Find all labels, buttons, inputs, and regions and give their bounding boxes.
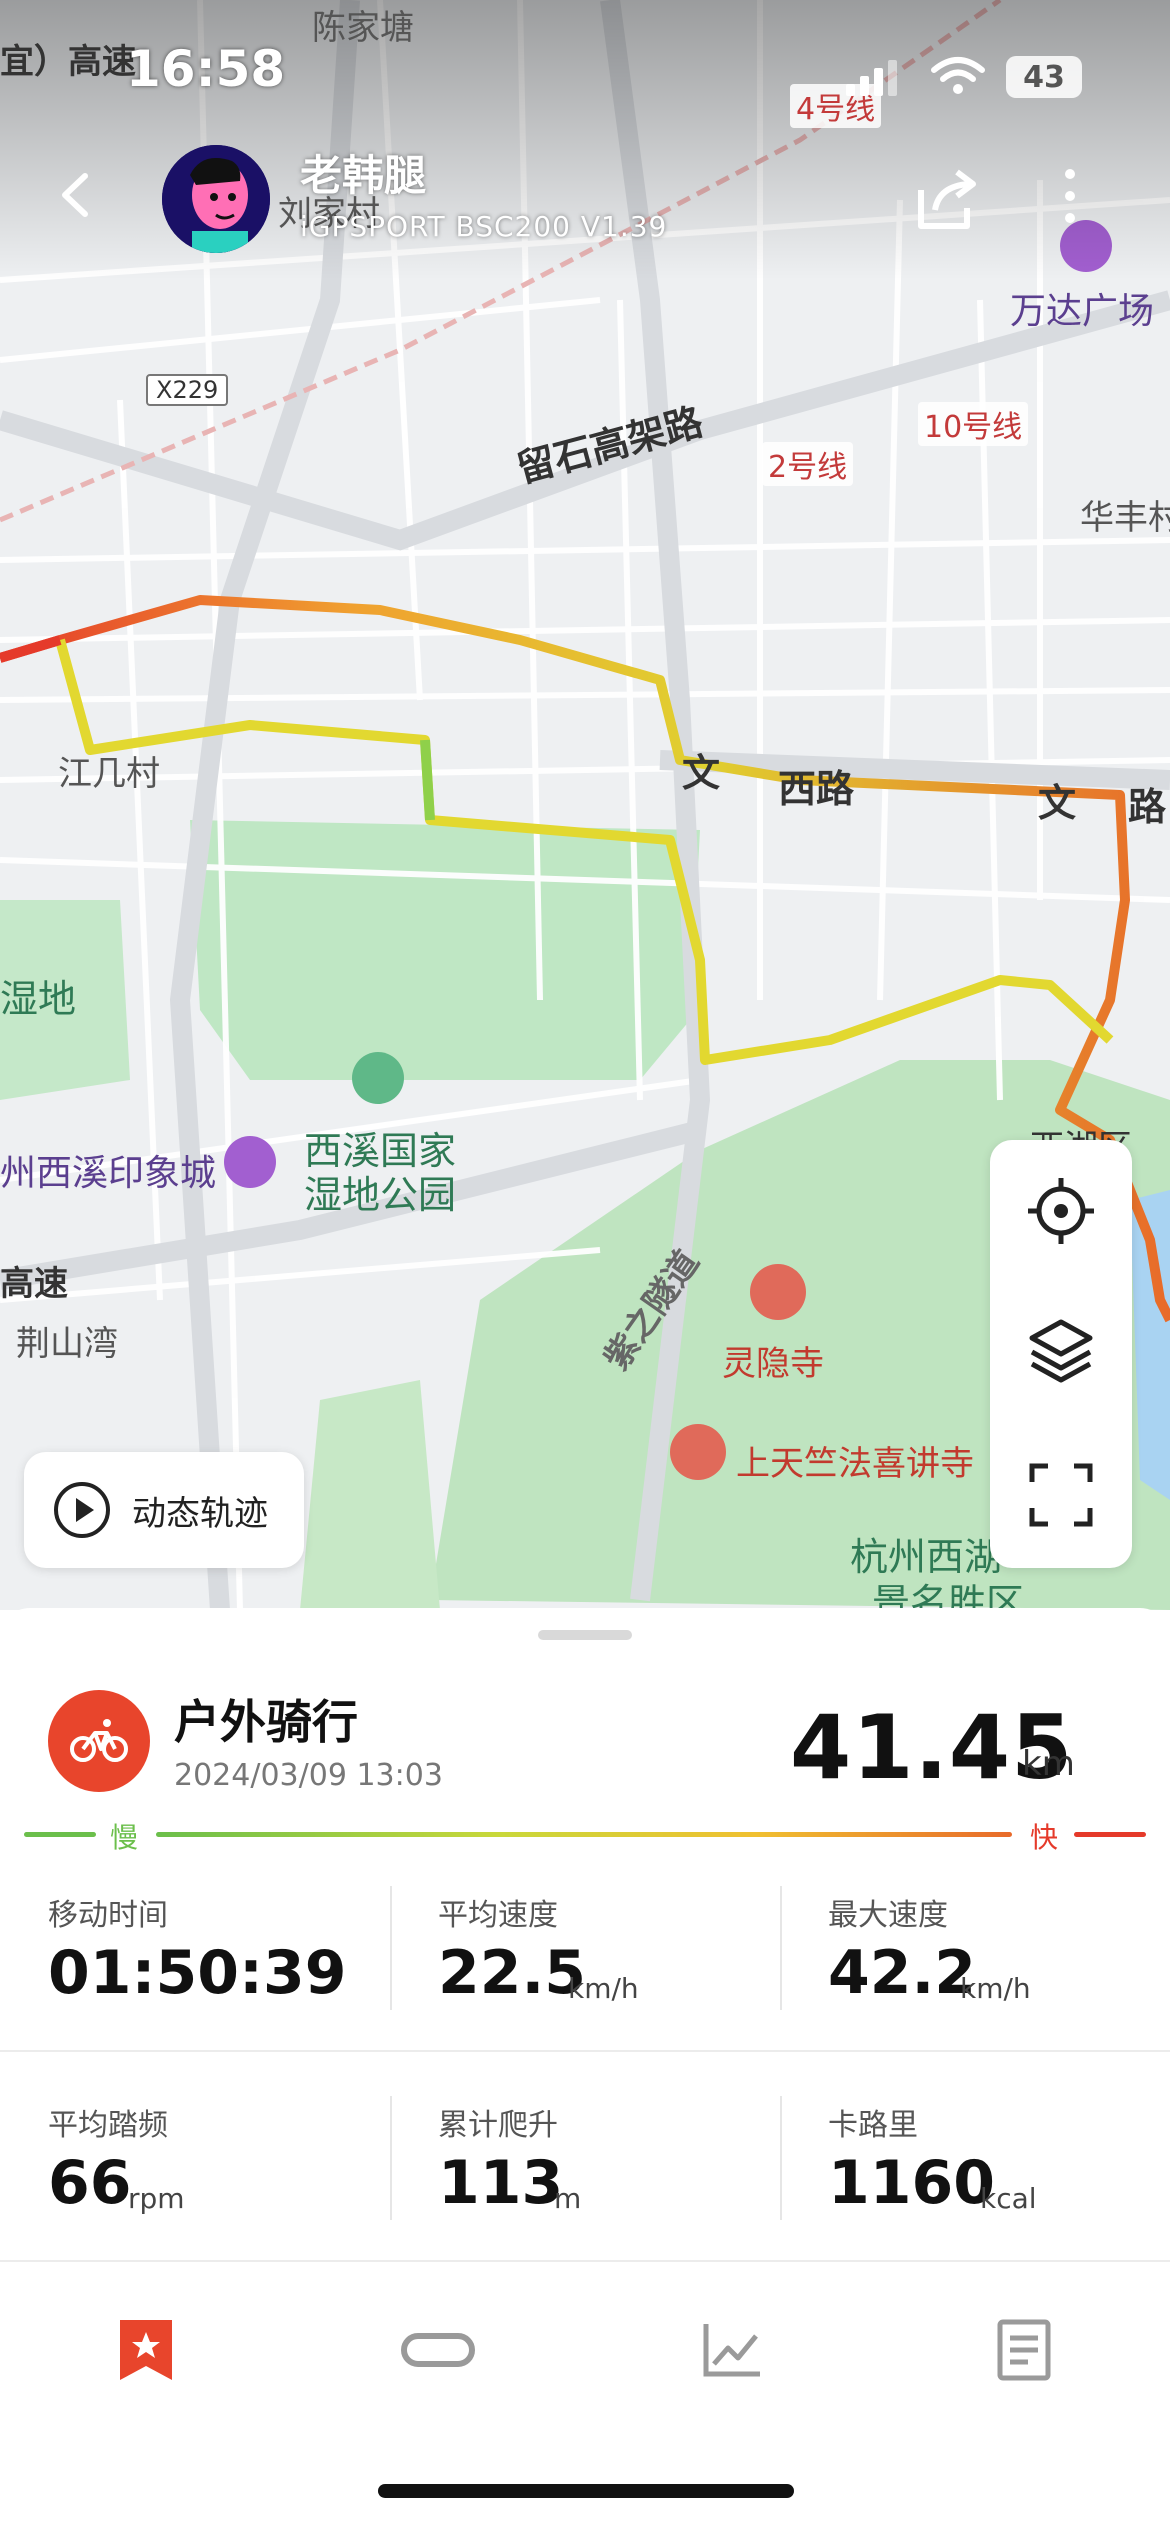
park-marker [352, 1052, 404, 1104]
map-label: 华丰村 [1080, 498, 1170, 538]
stat-unit: m [554, 2182, 582, 2215]
layers-icon [1029, 1319, 1093, 1383]
wifi-icon [931, 57, 985, 94]
stat-value: 66 [48, 2148, 132, 2218]
stat-value: 22.5 [438, 1938, 587, 2008]
stat-value: 42.2 [828, 1938, 977, 2008]
track-replay-label: 动态轨迹 [132, 1494, 268, 1534]
divider [780, 2096, 782, 2220]
fullscreen-icon [1029, 1463, 1093, 1527]
legend-slow-label: 慢 [110, 1821, 139, 1854]
share-icon [918, 169, 976, 229]
device-name: iGPSPORT BSC200 V1.39 [300, 210, 668, 243]
divider [780, 1886, 782, 2010]
home-indicator[interactable] [378, 2484, 794, 2498]
back-button[interactable] [40, 160, 110, 230]
legend-fast-label: 快 [1030, 1821, 1059, 1854]
stat-label: 累计爬升 [438, 2108, 558, 2143]
legend-fast-line [1074, 1832, 1146, 1837]
map-label: 景名胜区 [872, 1581, 1025, 1610]
map-label: 湿地 [0, 977, 77, 1021]
sheet-drag-handle[interactable] [538, 1630, 632, 1640]
map-label: 西路 [778, 767, 855, 811]
username: 老韩腿 [300, 151, 427, 200]
document-icon [997, 2319, 1051, 2381]
temple-marker-2 [670, 1424, 726, 1480]
map-label: 荆山湾 [16, 1324, 118, 1364]
stat-label: 卡路里 [828, 2108, 918, 2143]
track-replay-button[interactable]: 动态轨迹 [24, 1452, 304, 1568]
tab-highlights[interactable] [106, 2310, 186, 2390]
map-controls [990, 1140, 1132, 1568]
activity-type-badge [48, 1690, 150, 1792]
stat-label: 最大速度 [828, 1898, 948, 1933]
divider [390, 1886, 392, 2010]
speed-gradient-bar [156, 1832, 1012, 1837]
map-label: 州西溪印象城 [0, 1153, 217, 1194]
activity-datetime: 2024/03/09 13:03 [174, 1758, 443, 1793]
more-button[interactable] [1045, 160, 1095, 240]
map-label: 上天竺法喜讲寺 [736, 1444, 974, 1484]
avatar-image [162, 145, 270, 253]
wetland-area [190, 820, 700, 1080]
map-label: 路 [1128, 785, 1167, 829]
line-chart-icon [703, 2324, 760, 2377]
chevron-left-icon [62, 173, 88, 217]
star-bookmark-icon [120, 2320, 172, 2380]
bicycle-icon [70, 1719, 128, 1762]
play-circle-icon [54, 1482, 110, 1538]
map-label: 湿地公园 [304, 1173, 457, 1217]
avatar[interactable] [162, 145, 270, 253]
status-time: 16:58 [126, 40, 286, 98]
tab-charts[interactable] [692, 2310, 772, 2390]
more-vertical-icon [1065, 169, 1075, 223]
stat-value: 1160 [828, 2148, 995, 2218]
link-icon [401, 2333, 475, 2367]
fullscreen-button[interactable] [1020, 1454, 1102, 1536]
temple-marker [750, 1264, 806, 1320]
legend-slow-line [24, 1832, 96, 1837]
mall-marker [224, 1136, 276, 1188]
share-button[interactable] [905, 160, 985, 240]
divider [0, 2050, 1170, 2052]
status-bar: 16:58 43 [0, 0, 1170, 150]
divider [390, 2096, 392, 2220]
map-label: 高速 [0, 1264, 68, 1304]
activity-type: 户外骑行 [174, 1695, 358, 1749]
activity-summary-sheet: 户外骑行 2024/03/09 13:03 41.45 km 慢 快 移动时间 … [0, 1608, 1170, 2532]
crosshair-icon [1028, 1178, 1094, 1244]
map-label: 10号线 [918, 402, 1029, 446]
locate-button[interactable] [1020, 1170, 1102, 1252]
tab-segments[interactable] [398, 2310, 478, 2390]
map-label: 文 [1038, 781, 1077, 825]
stat-label: 平均速度 [438, 1898, 558, 1933]
map-label: 文 [682, 751, 721, 795]
map-label: X229 [146, 374, 229, 406]
map-label: 万达广场 [1010, 291, 1155, 332]
divider [0, 2260, 1170, 2262]
stat-value: 113 [438, 2148, 564, 2218]
stat-unit: km/h [960, 1972, 1031, 2005]
battery-indicator: 43 [1006, 56, 1082, 98]
map-label: 2号线 [762, 442, 854, 486]
stat-unit: rpm [128, 2182, 185, 2215]
map-label: 江几村 [58, 754, 160, 794]
signal-icon [846, 60, 897, 96]
tab-details[interactable] [984, 2310, 1064, 2390]
stat-unit: km/h [568, 1972, 639, 2005]
map-label: 灵隐寺 [722, 1344, 824, 1384]
hill-area-2 [300, 1380, 440, 1610]
stat-label: 移动时间 [48, 1898, 168, 1933]
stat-label: 平均踏频 [48, 2108, 168, 2143]
layers-button[interactable] [1020, 1310, 1102, 1392]
stat-value: 01:50:39 [48, 1938, 347, 2008]
battery-level: 43 [1023, 59, 1065, 95]
distance-unit: km [1022, 1744, 1075, 1784]
stat-unit: kcal [980, 2182, 1037, 2215]
